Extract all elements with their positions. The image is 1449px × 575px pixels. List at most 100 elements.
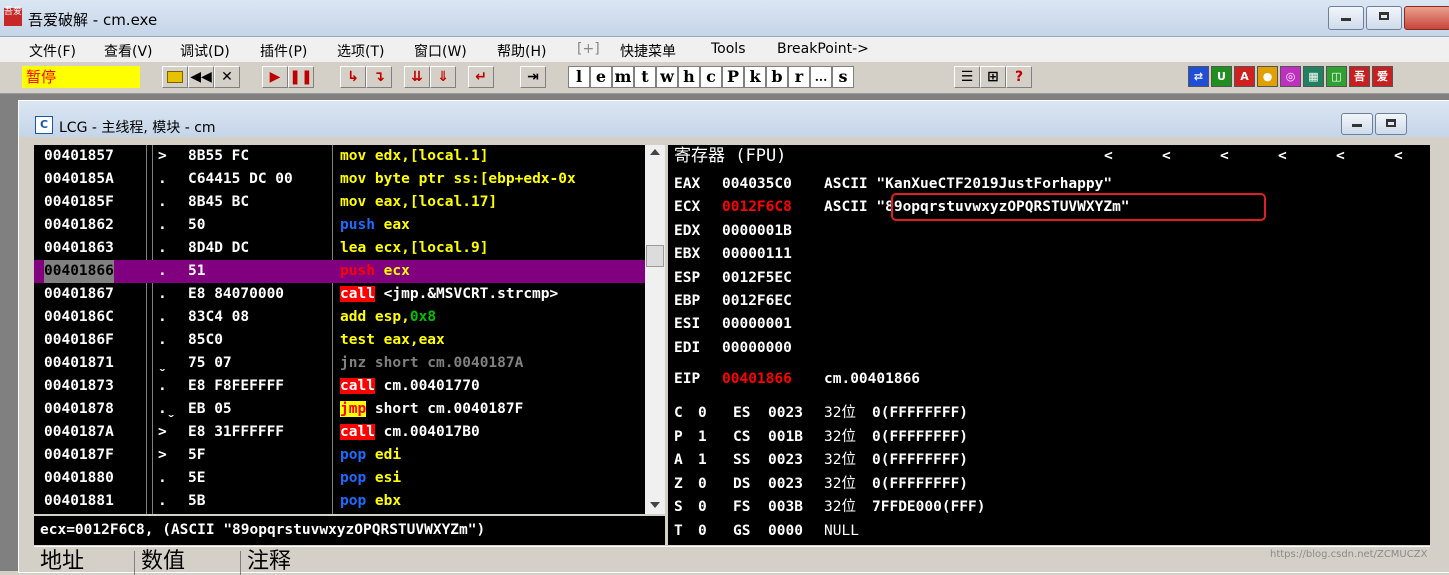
nav-arrow-icon[interactable]: < xyxy=(1278,145,1287,168)
info-line: ecx=0012F6C8, (ASCII "89opqrstuvwxyzOPQR… xyxy=(34,516,665,545)
disasm-row[interactable]: 00401862. 50 push eax xyxy=(34,214,645,237)
cpu-button[interactable]: c xyxy=(700,66,722,88)
pause-button[interactable]: ❚❚ xyxy=(288,66,314,88)
disasm-row[interactable]: 00401873. E8 F8FEFFFF call cm.00401770 xyxy=(34,375,645,398)
step-over-button[interactable]: ↴ xyxy=(366,66,392,88)
disasm-row[interactable]: 00401880. 5E pop esi xyxy=(34,467,645,490)
disasm-row[interactable]: 0040185A. C64415 DC 00 mov byte ptr ss:[eb… xyxy=(34,168,645,191)
menu-plugins[interactable]: 插件(P) xyxy=(260,41,307,61)
disasm-address: 00401880 xyxy=(44,470,114,486)
disasm-row[interactable]: 00401857 >8B55 FC mov edx,[local.1] xyxy=(34,145,645,168)
nav-arrow-icon[interactable]: < xyxy=(1162,145,1171,168)
breakpoints-button[interactable]: b xyxy=(766,66,788,88)
disasm-row[interactable]: 0040186C. 83C4 08 add esp,0x8 xyxy=(34,306,645,329)
menu-help[interactable]: 帮助(H) xyxy=(497,41,546,61)
menu-shortcut[interactable]: 快捷菜单 xyxy=(620,41,676,61)
list-icon: ☰ xyxy=(960,69,974,85)
references-button[interactable]: r xyxy=(788,66,810,88)
goto-button[interactable]: ⇥ xyxy=(520,66,546,88)
menu-window[interactable]: 窗口(W) xyxy=(414,41,467,61)
disasm-instruction: push ecx xyxy=(340,260,410,283)
restart-button[interactable]: ◀◀ xyxy=(188,66,214,88)
plugin-5-button[interactable]: ◎ xyxy=(1280,66,1301,87)
disasm-row[interactable]: 0040187F >5F pop edi xyxy=(34,444,645,467)
close-process-button[interactable]: ✕ xyxy=(214,66,240,88)
nav-arrow-icon[interactable]: < xyxy=(1220,145,1229,168)
disasm-hex: 5F xyxy=(188,447,206,463)
disasm-row[interactable]: 00401871 ˬ 75 07 jnz short cm.0040187A xyxy=(34,352,645,375)
maximize-button[interactable] xyxy=(1366,6,1402,30)
disasm-row[interactable]: 0040186F. 85C0 test eax,eax xyxy=(34,329,645,352)
threads-button[interactable]: t xyxy=(634,66,656,88)
options-button[interactable]: ☰ xyxy=(954,66,980,88)
plugin-6-button[interactable]: ▦ xyxy=(1303,66,1324,87)
run-button[interactable]: ▶ xyxy=(262,66,288,88)
nav-arrow-icon[interactable]: < xyxy=(1104,145,1113,168)
menu-view[interactable]: 查看(V) xyxy=(104,41,153,61)
disasm-address: 00401871 xyxy=(44,355,114,371)
disasm-operands: esp, xyxy=(366,309,410,325)
execute-till-return-button[interactable]: ↵ xyxy=(468,66,494,88)
dump-col-value[interactable]: 数值 xyxy=(134,551,185,575)
patches-button[interactable]: P xyxy=(722,66,744,88)
scrollbar-thumb[interactable] xyxy=(646,245,664,267)
plugin-8-button[interactable]: 吾 xyxy=(1349,66,1370,87)
plugin-2-button[interactable]: U xyxy=(1211,66,1232,87)
executable-modules-button[interactable]: e xyxy=(590,66,612,88)
windows-button[interactable]: w xyxy=(656,66,678,88)
cpu-maximize-button[interactable] xyxy=(1375,113,1407,135)
plugin-7-button[interactable]: ◫ xyxy=(1326,66,1347,87)
source-button[interactable]: s xyxy=(832,66,854,88)
menu-file[interactable]: 文件(F) xyxy=(29,41,76,61)
disasm-row[interactable]: 00401878 .ˬ EB 05 jmp short cm.0040187F xyxy=(34,398,645,421)
plugin-3-button[interactable]: A xyxy=(1234,66,1255,87)
disasm-row[interactable]: 00401867. E8 84070000 call <jmp.&MSVCRT.st… xyxy=(34,283,645,306)
close-button[interactable] xyxy=(1404,6,1449,30)
disasm-row[interactable]: 0040185F. 8B45 BC mov eax,[local.17] xyxy=(34,191,645,214)
memory-map-button[interactable]: m xyxy=(612,66,634,88)
cpu-minimize-button[interactable] xyxy=(1341,113,1373,135)
help-button[interactable]: ? xyxy=(1006,66,1032,88)
disasm-instruction: lea ecx,[local.9] xyxy=(340,237,488,260)
step-into-button[interactable]: ↳ xyxy=(340,66,366,88)
dump-col-comment[interactable]: 注释 xyxy=(240,551,291,575)
trace-over-button[interactable]: ⇓ xyxy=(430,66,456,88)
plugin-1-button[interactable]: ⇄ xyxy=(1188,66,1209,87)
disasm-instruction: test eax,eax xyxy=(340,329,445,352)
handles-button[interactable]: h xyxy=(678,66,700,88)
scroll-up-arrow-icon[interactable] xyxy=(650,149,660,155)
plugin-4-button[interactable]: ● xyxy=(1257,66,1278,87)
appearance-button[interactable]: ⊞ xyxy=(980,66,1006,88)
disassembly-scrollbar[interactable] xyxy=(645,145,665,514)
plugin-icon: A xyxy=(1240,70,1249,83)
disasm-mnemonic: push xyxy=(340,263,375,279)
disasm-address: 0040186C xyxy=(44,309,114,325)
disasm-row[interactable]: 00401881. 5B pop ebx xyxy=(34,490,645,513)
disasm-row[interactable]: 00401866. 51 push ecx xyxy=(34,260,645,283)
disasm-row[interactable]: 00401863. 8D4D DC lea ecx,[local.9] xyxy=(34,237,645,260)
open-button[interactable] xyxy=(162,66,188,88)
disasm-address: 00401881 xyxy=(44,493,114,509)
log-window-button[interactable]: l xyxy=(568,66,590,88)
menu-breakpoint[interactable]: BreakPoint-> xyxy=(777,41,869,57)
plugin-9-button[interactable]: 爱 xyxy=(1372,66,1393,87)
menu-options[interactable]: 选项(T) xyxy=(337,41,384,61)
dump-col-address[interactable]: 地址 xyxy=(34,551,84,575)
scroll-down-arrow-icon[interactable] xyxy=(650,502,660,508)
menu-expand[interactable]: [+] xyxy=(577,41,600,57)
disasm-instruction: call cm.00401770 xyxy=(340,375,480,398)
app-icon: 吾爱 xyxy=(4,8,22,26)
menu-debug[interactable]: 调试(D) xyxy=(180,41,230,61)
disasm-operands: short cm.0040187A xyxy=(366,355,524,371)
register-name: EDI xyxy=(674,339,701,356)
disasm-operands: byte ptr ss:[ebp+edx-0x xyxy=(366,171,576,187)
trace-into-button[interactable]: ⇊ xyxy=(404,66,430,88)
call-stack-button[interactable]: k xyxy=(744,66,766,88)
minimize-button[interactable] xyxy=(1328,6,1364,30)
disassembly-pane[interactable]: 00401857 >8B55 FC mov edx,[local.1] 0040185… xyxy=(34,145,645,514)
run-trace-button[interactable]: ... xyxy=(810,66,832,88)
menu-tools[interactable]: Tools xyxy=(711,41,746,57)
nav-arrow-icon[interactable]: < xyxy=(1336,145,1345,168)
disasm-row[interactable]: 0040187A > E8 31FFFFFF call cm.004017B0 xyxy=(34,421,645,444)
nav-arrow-icon[interactable]: < xyxy=(1394,145,1403,168)
